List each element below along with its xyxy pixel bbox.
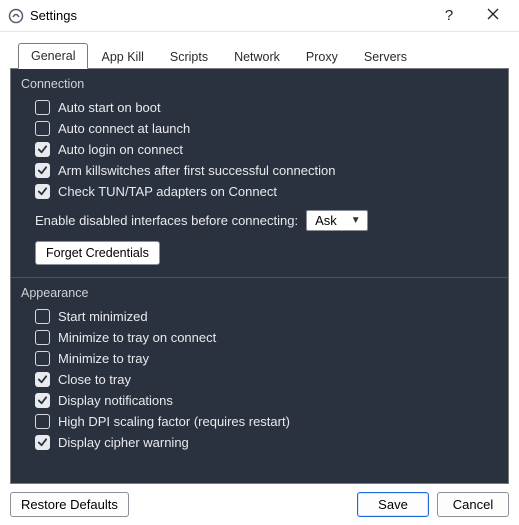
appearance-item-label: Minimize to tray on connect (58, 330, 216, 345)
restore-defaults-button[interactable]: Restore Defaults (10, 492, 129, 517)
connection-item-label: Check TUN/TAP adapters on Connect (58, 184, 277, 199)
connection-item-checkbox[interactable] (35, 121, 50, 136)
appearance-item-row: Minimize to tray on connect (21, 327, 498, 348)
settings-panel: Connection Auto start on boot Auto connec… (10, 69, 509, 484)
titlebar: Settings ? (0, 0, 519, 32)
appearance-item-label: Display cipher warning (58, 435, 189, 450)
connection-item-label: Auto connect at launch (58, 121, 190, 136)
tab-app-kill[interactable]: App Kill (88, 44, 156, 69)
appearance-item-checkbox[interactable] (35, 309, 50, 324)
connection-item-label: Auto login on connect (58, 142, 183, 157)
connection-item-row: Arm killswitches after first successful … (21, 160, 498, 181)
save-button[interactable]: Save (357, 492, 429, 517)
appearance-item-checkbox[interactable] (35, 414, 50, 429)
appearance-item-label: Close to tray (58, 372, 131, 387)
connection-item-checkbox[interactable] (35, 184, 50, 199)
enable-interfaces-select[interactable]: Ask ▼ (306, 210, 368, 231)
group-connection: Connection Auto start on boot Auto connec… (11, 69, 508, 275)
appearance-item-label: Minimize to tray (58, 351, 149, 366)
connection-item-row: Check TUN/TAP adapters on Connect (21, 181, 498, 202)
connection-item-checkbox[interactable] (35, 163, 50, 178)
appearance-item-label: High DPI scaling factor (requires restar… (58, 414, 290, 429)
chevron-down-icon: ▼ (351, 215, 361, 226)
group-title-appearance: Appearance (21, 284, 498, 306)
tab-scripts[interactable]: Scripts (157, 44, 221, 69)
app-icon (8, 8, 24, 24)
tab-proxy[interactable]: Proxy (293, 44, 351, 69)
connection-item-checkbox[interactable] (35, 142, 50, 157)
appearance-item-checkbox[interactable] (35, 435, 50, 450)
appearance-item-row: Close to tray (21, 369, 498, 390)
appearance-item-checkbox[interactable] (35, 393, 50, 408)
appearance-item-checkbox[interactable] (35, 351, 50, 366)
appearance-item-row: High DPI scaling factor (requires restar… (21, 411, 498, 432)
enable-interfaces-label: Enable disabled interfaces before connec… (35, 213, 298, 228)
appearance-item-row: Minimize to tray (21, 348, 498, 369)
appearance-item-label: Start minimized (58, 309, 148, 324)
cancel-button[interactable]: Cancel (437, 492, 509, 517)
footer: Restore Defaults Save Cancel (0, 484, 519, 525)
group-title-connection: Connection (21, 75, 498, 97)
close-button[interactable] (471, 0, 515, 32)
appearance-item-row: Display notifications (21, 390, 498, 411)
appearance-item-checkbox[interactable] (35, 372, 50, 387)
tab-network[interactable]: Network (221, 44, 293, 69)
forget-credentials-button[interactable]: Forget Credentials (35, 241, 160, 265)
tab-general[interactable]: General (18, 43, 88, 69)
appearance-item-checkbox[interactable] (35, 330, 50, 345)
connection-item-label: Auto start on boot (58, 100, 161, 115)
appearance-item-label: Display notifications (58, 393, 173, 408)
tabstrip: General App Kill Scripts Network Proxy S… (10, 42, 509, 69)
tab-servers[interactable]: Servers (351, 44, 420, 69)
appearance-item-row: Display cipher warning (21, 432, 498, 453)
connection-item-checkbox[interactable] (35, 100, 50, 115)
connection-item-label: Arm killswitches after first successful … (58, 163, 335, 178)
window-title: Settings (30, 8, 77, 23)
enable-interfaces-value: Ask (315, 213, 337, 228)
connection-item-row: Auto connect at launch (21, 118, 498, 139)
help-icon: ? (445, 7, 453, 24)
group-appearance: Appearance Start minimized Minimize to tr… (11, 278, 508, 463)
help-button[interactable]: ? (427, 0, 471, 32)
close-icon (487, 7, 499, 24)
connection-item-row: Auto start on boot (21, 97, 498, 118)
connection-item-row: Auto login on connect (21, 139, 498, 160)
appearance-item-row: Start minimized (21, 306, 498, 327)
